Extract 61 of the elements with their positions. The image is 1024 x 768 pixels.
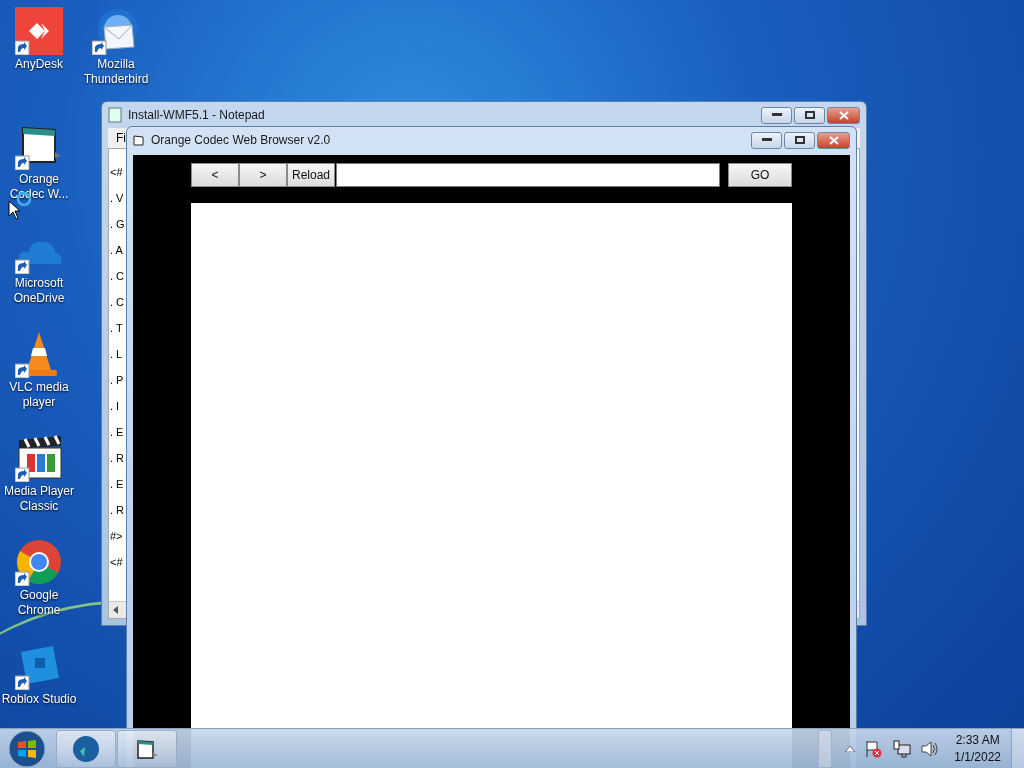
clapper-shortcut-icon[interactable]: [15, 434, 63, 482]
minimize-button[interactable]: [761, 106, 792, 124]
icon-label: Roblox Studio: [0, 692, 78, 707]
text-line: . G: [110, 217, 125, 232]
address-field[interactable]: [336, 163, 720, 187]
text-line: . R: [110, 503, 125, 518]
text-line: #>: [110, 529, 123, 544]
text-line: . C: [110, 269, 125, 284]
show-hidden-icons-button[interactable]: [845, 745, 856, 752]
icon-label: VLC media player: [8, 380, 70, 410]
close-icon: [838, 110, 849, 120]
taskbar-button[interactable]: [56, 729, 116, 768]
volume-icon[interactable]: [921, 740, 940, 757]
text-line: . I: [110, 399, 120, 414]
text-line: . P: [110, 373, 124, 388]
text-line: <#: [110, 555, 123, 570]
window-title: Orange Codec Web Browser v2.0: [151, 133, 332, 147]
reload-button[interactable]: Reload: [287, 163, 335, 187]
app-icon: [72, 734, 100, 763]
text-line: . T: [110, 321, 123, 336]
flag-icon[interactable]: [865, 739, 884, 758]
back-button[interactable]: <: [191, 163, 239, 187]
icon-label: Microsoft OneDrive: [12, 276, 66, 306]
icon-label: Mozilla Thunderbird: [82, 57, 150, 87]
close-button[interactable]: [817, 131, 850, 149]
minimize-icon: [771, 113, 782, 117]
text-line: <#: [110, 165, 123, 180]
close-button[interactable]: [827, 106, 860, 124]
minimize-button[interactable]: [751, 131, 782, 149]
go-button[interactable]: GO: [728, 163, 792, 187]
text-line: . E: [110, 425, 124, 440]
close-icon: [828, 135, 839, 145]
taskbar-button[interactable]: [117, 729, 177, 768]
icon-label: AnyDesk: [14, 57, 64, 72]
window-icon: [135, 737, 159, 760]
text-line: . R: [110, 451, 125, 466]
icon-label: Media Player Classic: [3, 484, 75, 514]
scroll-left-icon[interactable]: [113, 606, 119, 614]
anydesk-shortcut-icon[interactable]: [15, 7, 63, 55]
window-icon: [133, 134, 145, 146]
text-line: . A: [110, 243, 123, 258]
minimize-icon: [761, 138, 772, 142]
text-line: . C: [110, 295, 125, 310]
menu-item[interactable]: Fi: [116, 131, 126, 145]
text-line: . L: [110, 347, 123, 362]
text-line: . E: [110, 477, 124, 492]
network-icon[interactable]: [893, 739, 912, 758]
forward-button[interactable]: >: [239, 163, 287, 187]
start-button[interactable]: [8, 729, 46, 768]
mail-shortcut-icon[interactable]: [92, 7, 140, 55]
maximize-button[interactable]: [784, 131, 815, 149]
maximize-icon: [794, 136, 805, 144]
notepad-icon: [108, 107, 122, 123]
icon-label: Google Chrome: [16, 588, 62, 618]
chrome-shortcut-icon[interactable]: [15, 538, 63, 586]
window-title: Install-WMF5.1 - Notepad: [128, 108, 266, 122]
clock-date[interactable]: 1/1/2022: [954, 748, 1001, 766]
maximize-button[interactable]: [794, 106, 825, 124]
clock-time[interactable]: 2:33 AM: [955, 731, 1000, 749]
text-line: . V: [110, 191, 124, 206]
maximize-icon: [804, 111, 815, 119]
